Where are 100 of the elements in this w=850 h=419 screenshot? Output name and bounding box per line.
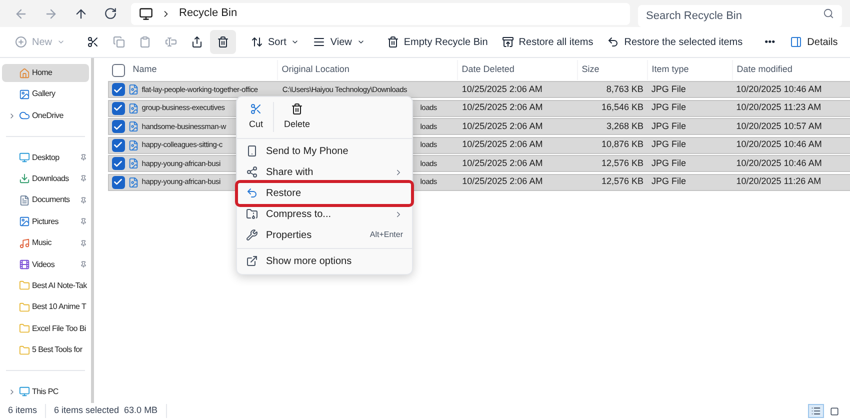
toolbar-button[interactable]: Restore all items (494, 30, 600, 54)
table-cell: JPG File (652, 176, 686, 186)
menu-item[interactable]: Show more options (238, 250, 411, 272)
details-button[interactable]: Details (782, 30, 846, 54)
toolbar-button[interactable]: Restore the selected items (600, 30, 750, 54)
sidebar-item[interactable]: Documents (2, 191, 89, 210)
monitor-icon (19, 386, 30, 398)
column-header[interactable]: Date modified (736, 63, 792, 77)
table-cell: 16,546 KB (601, 102, 644, 112)
column-header[interactable]: Size (582, 63, 600, 77)
toolbar-button[interactable]: Empty Recycle Bin (380, 30, 495, 54)
sidebar-item[interactable]: Best 10 Anime T (2, 298, 89, 316)
sidebar-item[interactable]: Desktop (2, 148, 89, 167)
toolbar-button[interactable]: View (306, 30, 372, 54)
folder-icon (19, 280, 30, 292)
search-icon (823, 8, 834, 18)
folder-icon (19, 323, 30, 334)
up-icon[interactable] (74, 6, 88, 20)
image-file-icon (128, 176, 139, 188)
trash-icon (291, 103, 304, 115)
toolbar-button[interactable] (210, 30, 236, 54)
sidebar-item[interactable]: Downloads (2, 170, 89, 188)
sidebar-item[interactable]: 5 Best Tools for (2, 341, 89, 360)
image-icon (19, 88, 30, 100)
menu-item[interactable]: Properties Alt+Enter (238, 224, 411, 246)
trash-icon (386, 36, 399, 48)
chevron-icon[interactable] (8, 112, 16, 120)
panel-icon (790, 36, 802, 48)
table-cell: 12,576 KB (601, 176, 644, 186)
selection-info: 6 items selected 63.0 MB (46, 404, 167, 418)
sidebar-item[interactable]: Gallery (2, 85, 89, 104)
external-icon (246, 255, 258, 267)
breadcrumb[interactable]: Recycle Bin (179, 5, 238, 22)
phone-icon (246, 145, 258, 157)
checkbox[interactable] (112, 64, 125, 76)
sidebar-item[interactable]: Best AI Note-Tak (2, 276, 89, 295)
list-icon (313, 36, 326, 48)
caret-icon (291, 38, 300, 46)
table-cell: 10/20/2025 10:46 AM (736, 84, 822, 94)
table-cell: 10/25/2025 2:06 AM (462, 102, 543, 112)
table-cell: JPG File (652, 120, 686, 131)
scissors-icon (87, 36, 100, 48)
table-cell: 10/20/2025 11:26 AM (736, 176, 822, 186)
table-cell: 12,576 KB (601, 158, 644, 168)
chevron-icon[interactable] (8, 388, 16, 396)
sidebar-item[interactable]: Videos (2, 256, 89, 274)
address-bar[interactable]: Recycle Bin (131, 2, 630, 24)
share-icon (191, 36, 204, 48)
sidebar-item[interactable]: Home (2, 64, 89, 82)
folder-icon (19, 302, 30, 313)
folder-icon (19, 344, 30, 356)
sidebar-item[interactable]: OneDrive (2, 106, 89, 125)
toolbar-button[interactable]: ••• (758, 30, 782, 54)
scissors-icon (250, 103, 262, 115)
document-icon (19, 194, 30, 206)
film-icon (19, 259, 30, 270)
toolbar-button[interactable]: Sort (244, 30, 306, 54)
cloud-icon (19, 110, 30, 122)
table-cell: JPG File (652, 139, 686, 150)
checkbox[interactable] (112, 120, 125, 133)
column-header[interactable]: Name (132, 63, 157, 77)
image-file-icon (128, 158, 139, 169)
restore-icon (502, 36, 514, 48)
caret-icon (57, 38, 66, 46)
monitor-icon (19, 152, 30, 164)
column-header[interactable]: Item type (652, 63, 689, 77)
image-file-icon (128, 140, 139, 150)
undo-icon (607, 36, 620, 48)
music-icon (19, 238, 30, 249)
checkbox[interactable] (112, 102, 125, 114)
table-cell: JPG File (652, 102, 686, 112)
column-header[interactable]: Date Deleted (462, 63, 514, 77)
plus-circle-icon (15, 36, 27, 48)
refresh-icon[interactable] (104, 7, 117, 20)
undo-icon (246, 187, 258, 199)
table-cell: 10/20/2025 10:46 AM (736, 139, 822, 150)
image-file-icon (128, 84, 139, 95)
table-cell: JPG File (652, 158, 686, 168)
checkbox[interactable] (112, 83, 125, 96)
table-cell: 10,876 KB (601, 139, 644, 150)
checkbox[interactable] (112, 138, 125, 152)
table-cell: 8,763 KB (606, 84, 644, 94)
sidebar-item[interactable]: Music (2, 234, 89, 252)
image-file-icon (128, 121, 139, 132)
image-icon (19, 216, 30, 228)
search-field[interactable]: Search Recycle Bin (638, 4, 842, 26)
sidebar-item[interactable]: Pictures (2, 212, 89, 231)
item-count: 6 items (8, 404, 46, 418)
table-cell: JPG File (651, 84, 686, 94)
menu-item[interactable]: Compress to... (238, 204, 411, 224)
sidebar-item[interactable]: This PC (2, 382, 89, 401)
shortcut-text: Alt+Enter (370, 229, 403, 241)
list-view-icon[interactable] (808, 404, 824, 418)
table-cell: 3,268 KB (606, 120, 644, 131)
checkbox[interactable] (112, 176, 125, 188)
rename-icon (165, 36, 178, 48)
column-header[interactable]: Original Location (282, 63, 350, 77)
checkbox[interactable] (112, 157, 125, 170)
sidebar-item[interactable]: Excel File Too Bi (2, 320, 89, 338)
table-cell: 10/25/2025 2:06 AM (462, 84, 542, 94)
